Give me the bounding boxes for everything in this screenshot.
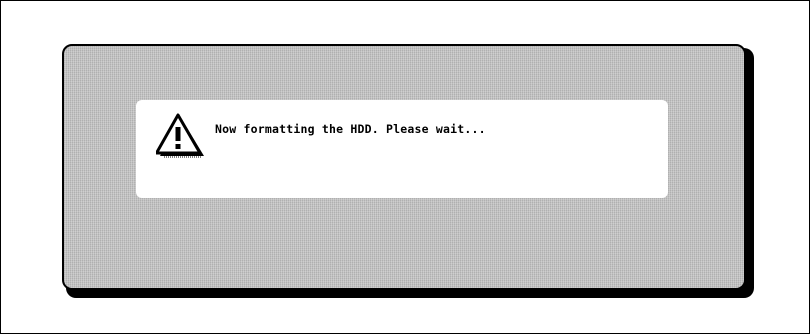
warning-triangle-icon: [156, 113, 204, 158]
message-area: [136, 100, 668, 198]
status-message: Now formatting the HDD. Please wait...: [215, 122, 486, 136]
